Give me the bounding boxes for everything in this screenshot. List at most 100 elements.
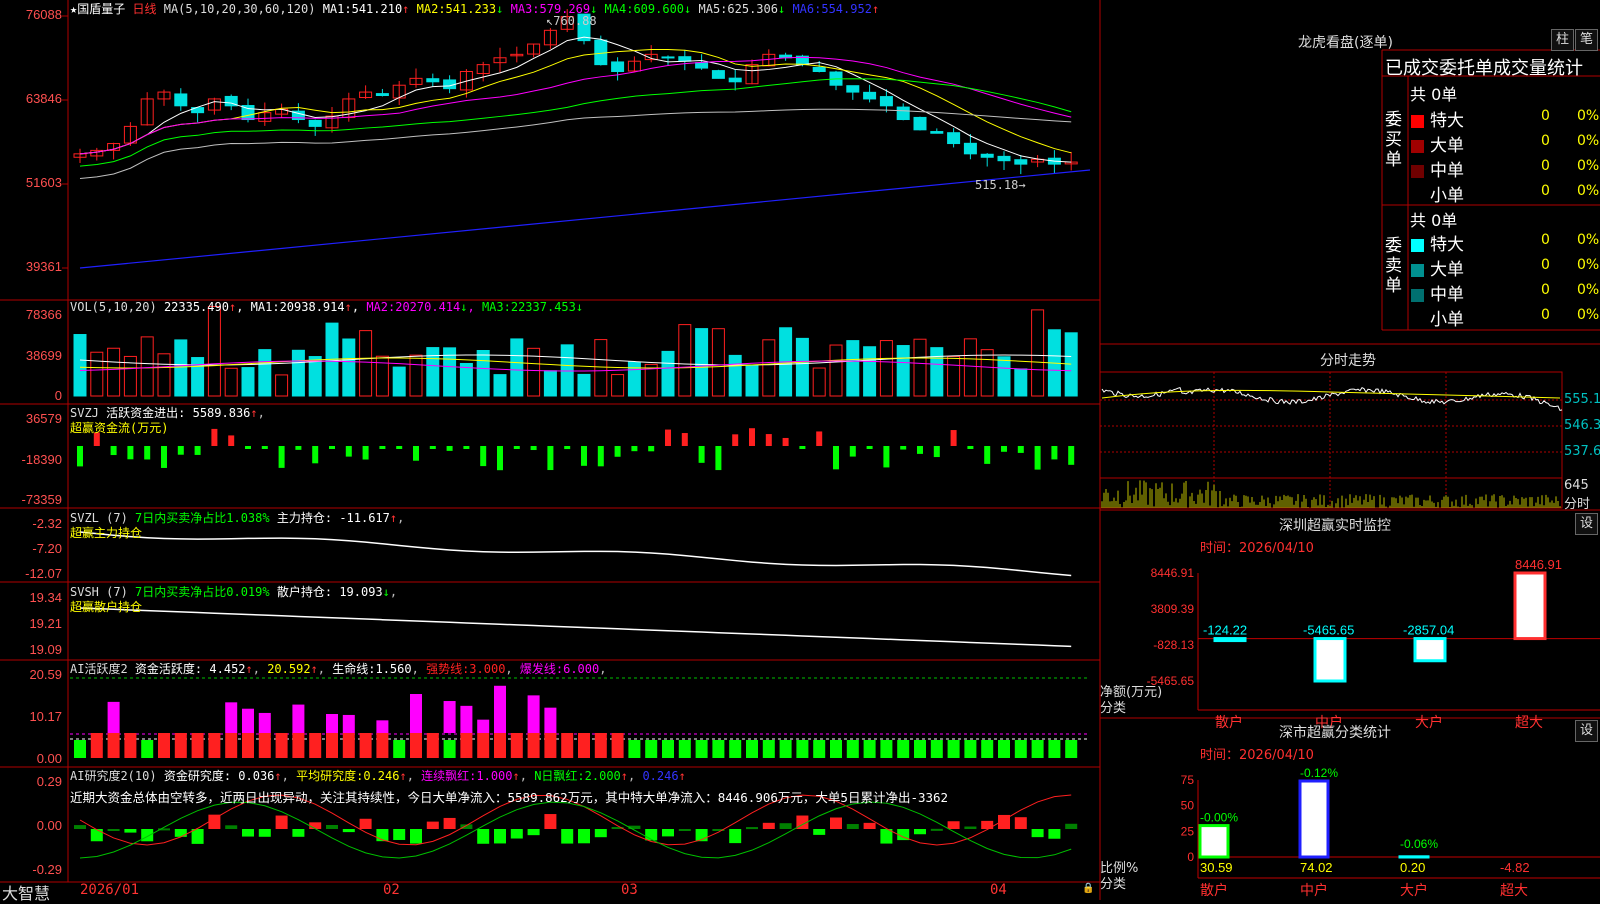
- volume-bar: [494, 375, 506, 396]
- svzj-bar: [127, 446, 133, 459]
- candle: [897, 107, 909, 119]
- research-bar: [242, 829, 254, 837]
- svzj-bar: [917, 446, 923, 454]
- research-axis-0: 0.29: [0, 774, 62, 789]
- sell-swatch-icon: [1411, 289, 1424, 302]
- ai-activity-bar: [1015, 740, 1027, 758]
- svzj-bar: [900, 446, 906, 450]
- volume-bar: [847, 341, 859, 396]
- candle: [948, 133, 960, 144]
- volume-bar: [897, 346, 909, 396]
- sz-category-label: 散户: [1215, 714, 1243, 731]
- candle: [931, 132, 943, 134]
- fenshi-axis-0: 555.1: [1564, 392, 1600, 407]
- ai-activity-bar: [1032, 740, 1044, 758]
- svzj-bar: [581, 446, 587, 466]
- research-bar: [847, 824, 859, 829]
- cls-axis-label: 50: [1181, 799, 1195, 813]
- volume-bar: [595, 340, 607, 396]
- candle: [175, 94, 187, 106]
- ai-activity-bar: [914, 740, 926, 758]
- sz-axis-label: 3809.39: [1151, 602, 1195, 616]
- svzj-bar: [682, 433, 688, 446]
- date-tick-2: 03: [621, 882, 638, 898]
- volume-bar: [880, 341, 892, 396]
- stock-name[interactable]: 国盾量子: [77, 2, 125, 16]
- lock-icon[interactable]: 🔒: [1082, 883, 1094, 894]
- research-text: 近期大资金总体由空转多，近两日出现异动，关注其持续性，今日大单净流入：5589.…: [70, 787, 1100, 806]
- sz-bar-中户: [1315, 639, 1345, 681]
- volume-bar: [763, 340, 775, 396]
- svzj-bar: [363, 446, 369, 460]
- high-label: ↖760.88: [546, 14, 597, 28]
- ma4-value: MA4:609.600↓: [605, 2, 692, 16]
- candle: [712, 71, 724, 79]
- candle: [998, 156, 1010, 160]
- research-bar: [108, 829, 120, 831]
- sell-swatch-icon: [1411, 314, 1424, 327]
- svzj-bar: [447, 446, 453, 451]
- candle: [696, 63, 708, 68]
- svzj-bar: [161, 446, 167, 468]
- sell-row-name: 中单: [1430, 285, 1464, 305]
- ai-activity-bar: [864, 740, 876, 758]
- cls-settings-button[interactable]: 设: [1575, 720, 1598, 742]
- svzj-bar: [329, 446, 335, 449]
- volume-bar: [612, 375, 624, 396]
- low-label: 515.18→: [975, 178, 1026, 192]
- sell-row-value: 0: [1541, 307, 1550, 323]
- svsh-line: [80, 608, 1071, 646]
- svzj-bar: [262, 446, 268, 449]
- buy-swatch-icon: [1411, 165, 1424, 178]
- ai-axis-1: 10.17: [0, 709, 62, 724]
- volume-bar: [108, 348, 120, 396]
- chart-canvas[interactable]: 8446.913809.39-828.13-5465.65-124.22散户-5…: [0, 0, 1600, 900]
- research-axis-1: 0.00: [0, 818, 62, 833]
- research-bar: [914, 829, 926, 834]
- sz-settings-button[interactable]: 设: [1575, 513, 1598, 535]
- volume-bar: [544, 371, 556, 396]
- svzl-axis-1: -7.20: [0, 541, 62, 556]
- research-bar: [1048, 829, 1060, 839]
- research-bar: [427, 822, 439, 829]
- research-axis-2: -0.29: [0, 862, 62, 877]
- sell-total: 共 0单: [1410, 207, 1457, 231]
- sz-bar-label: -5465.65: [1303, 623, 1354, 638]
- ai-axis-0: 20.59: [0, 667, 62, 682]
- research-bar: [477, 829, 489, 844]
- ai-pink-bar: [225, 702, 237, 733]
- lhb-title: 龙虎看盘(逐单): [1298, 32, 1393, 52]
- volume-bar: [460, 363, 472, 396]
- research-header: AI研究度2(10) 资金研究度: 0.036↑, 平均研究度:0.246↑, …: [70, 767, 686, 784]
- ai-activity-bar: [141, 740, 153, 758]
- bar-mode-button[interactable]: 柱: [1551, 29, 1574, 51]
- period-label[interactable]: 日线: [132, 2, 156, 16]
- ai-activity-bar: [679, 740, 691, 758]
- main-axis-0: 76088: [0, 7, 62, 22]
- ai-activity-bar: [292, 733, 304, 758]
- sell-row-name: 小单: [1430, 310, 1464, 330]
- ma6-value: MA6:554.952↑: [792, 2, 879, 16]
- ma5-value: MA5:625.306↓: [699, 2, 786, 16]
- tick-mode-button[interactable]: 笔: [1575, 29, 1598, 51]
- buy-total: 共 0单: [1410, 81, 1457, 105]
- research-bar: [864, 823, 876, 829]
- ai-activity-bar: [309, 733, 321, 758]
- ai-axis-2: 0.00: [0, 751, 62, 766]
- cls-bar-散户: [1200, 826, 1228, 857]
- fenshi-axis-3: 645: [1564, 478, 1589, 493]
- buy-row-value: 0: [1541, 108, 1550, 124]
- svzj-bar: [665, 430, 671, 446]
- svzj-bar: [749, 428, 755, 446]
- sz-time: 时间：2026/04/10: [1200, 537, 1314, 556]
- svzj-bar: [480, 446, 486, 466]
- research-bar: [1065, 824, 1077, 829]
- ai-pink-bar: [460, 706, 472, 733]
- ai-activity-bar: [746, 740, 758, 758]
- sz-bar-label: -2857.04: [1403, 623, 1454, 638]
- research-bar: [948, 821, 960, 829]
- research-bar: [141, 829, 153, 841]
- svzj-bar: [547, 446, 553, 470]
- research-bar: [780, 823, 792, 829]
- svzj-bar: [598, 446, 604, 466]
